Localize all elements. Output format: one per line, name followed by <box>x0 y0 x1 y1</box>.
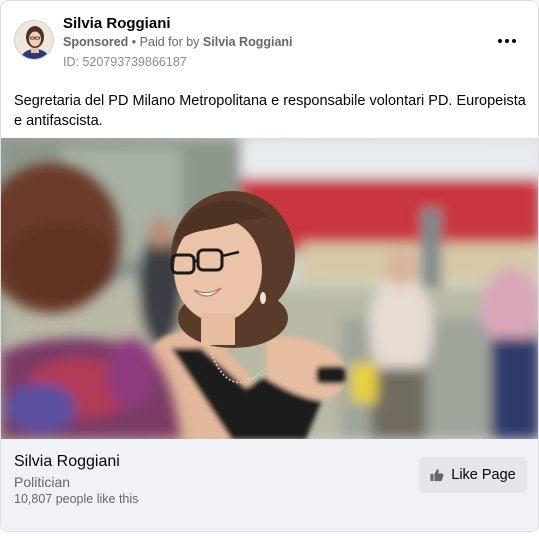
ad-card: Silvia Roggiani Sponsored • Paid for by … <box>0 0 539 532</box>
more-horizontal-icon <box>498 39 516 43</box>
page-footer: Silvia Roggiani Politician 10,807 people… <box>1 439 538 531</box>
footer-like-count: 10,807 people like this <box>14 492 139 506</box>
sponsored-line: Sponsored • Paid for by Silvia Roggiani <box>63 35 293 49</box>
payer-name: Silvia Roggiani <box>202 35 293 49</box>
like-page-label: Like Page <box>451 467 516 483</box>
footer-page-category: Politician <box>14 474 71 490</box>
meta-separator: • <box>131 35 137 49</box>
post-text: Segretaria del PD Milano Metropolitana e… <box>14 93 526 129</box>
like-page-button[interactable]: Like Page <box>419 457 527 493</box>
thumbs-up-icon <box>430 468 444 482</box>
sponsored-label[interactable]: Sponsored <box>63 35 128 49</box>
footer-page-name[interactable]: Silvia Roggiani <box>14 453 120 471</box>
page-name-link[interactable]: Silvia Roggiani <box>63 15 171 32</box>
ad-id: ID: 520793739866187 <box>63 55 187 69</box>
ad-image[interactable] <box>1 138 538 439</box>
paid-for-label: Paid for by <box>139 35 200 49</box>
more-options-button[interactable] <box>491 29 523 53</box>
ad-header: Silvia Roggiani Sponsored • Paid for by … <box>1 1 538 81</box>
page-avatar[interactable] <box>14 20 54 60</box>
